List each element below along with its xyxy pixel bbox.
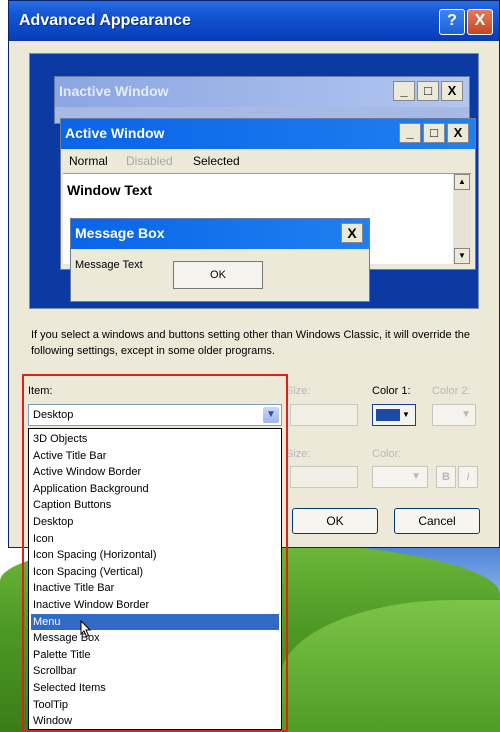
maximize-icon[interactable]: □	[423, 123, 445, 143]
color1-label: Color 1:	[372, 385, 411, 397]
dialog-titlebar[interactable]: Advanced Appearance ? X	[9, 1, 499, 41]
close-icon[interactable]: X	[441, 81, 463, 101]
maximize-icon[interactable]: □	[417, 81, 439, 101]
menu-normal[interactable]: Normal	[69, 154, 108, 168]
dropdown-option[interactable]: Application Background	[31, 481, 279, 497]
font-size-label: Size:	[286, 448, 311, 460]
italic-button[interactable]: I	[458, 466, 478, 488]
color2-label: Color 2:	[432, 385, 471, 397]
color2-picker[interactable]: ▼	[432, 404, 476, 426]
menu-disabled[interactable]: Disabled	[126, 154, 173, 168]
dropdown-option[interactable]: Palette Title	[31, 647, 279, 663]
dropdown-option[interactable]: Active Title Bar	[31, 448, 279, 464]
active-window-title: Active Window	[65, 125, 165, 141]
preview-scrollbar[interactable]: ▲ ▼	[453, 174, 471, 264]
dropdown-option[interactable]: Menu	[31, 613, 279, 630]
dropdown-option[interactable]: 3D Objects	[31, 431, 279, 447]
menu-selected[interactable]: Selected	[193, 154, 240, 168]
ok-button[interactable]: OK	[292, 508, 378, 534]
dropdown-option[interactable]: Icon Spacing (Vertical)	[31, 564, 279, 580]
inactive-window-title: Inactive Window	[59, 83, 169, 99]
close-button[interactable]: X	[467, 9, 493, 35]
scroll-up-icon[interactable]: ▲	[454, 174, 470, 190]
font-color-label: Color:	[372, 448, 402, 460]
message-box-title: Message Box	[75, 225, 165, 241]
dropdown-option[interactable]: Icon	[31, 531, 279, 547]
dropdown-option[interactable]: Inactive Window Border	[31, 597, 279, 613]
window-text-label: Window Text	[67, 182, 153, 198]
inactive-title-bar[interactable]: Inactive Window _ □ X	[55, 77, 469, 107]
chevron-down-icon: ▼	[402, 410, 410, 419]
minimize-icon[interactable]: _	[393, 81, 415, 101]
dropdown-option[interactable]: Window	[31, 713, 279, 729]
item-label: Item:	[28, 385, 53, 397]
color1-swatch	[376, 409, 400, 421]
dropdown-option[interactable]: Active Window Border	[31, 464, 279, 480]
dropdown-option[interactable]: Message Box	[31, 630, 279, 646]
bold-button[interactable]: B	[436, 466, 456, 488]
mouse-pointer-icon	[80, 620, 92, 638]
inactive-caption-buttons: _ □ X	[391, 81, 463, 101]
info-text: If you select a windows and buttons sett…	[31, 329, 470, 357]
dropdown-option[interactable]: Scrollbar	[31, 663, 279, 679]
dropdown-option[interactable]: Desktop	[31, 514, 279, 530]
dropdown-option[interactable]: Icon Spacing (Horizontal)	[31, 547, 279, 563]
message-box-title-bar[interactable]: Message Box X	[71, 219, 369, 249]
item-size-spinner[interactable]	[290, 404, 358, 426]
active-caption-buttons: _ □ X	[397, 123, 469, 143]
item-select-value: Desktop	[33, 409, 74, 421]
font-color-picker[interactable]: ▼	[372, 466, 428, 488]
appearance-preview[interactable]: Inactive Window _ □ X Active Window _ □ X No…	[29, 53, 479, 309]
dropdown-option[interactable]: Caption Buttons	[31, 497, 279, 513]
dropdown-option[interactable]: ToolTip	[31, 697, 279, 713]
preview-inactive-window[interactable]: Inactive Window _ □ X	[54, 76, 470, 124]
active-title-bar[interactable]: Active Window _ □ X	[61, 119, 475, 149]
color1-picker[interactable]: ▼	[372, 404, 416, 426]
preview-menubar: Normal Disabled Selected	[61, 151, 475, 171]
item-dropdown-list[interactable]: 3D Objects Active Title Bar Active Window …	[28, 428, 282, 730]
cancel-button[interactable]: Cancel	[394, 508, 480, 534]
message-text: Message Text	[75, 259, 143, 271]
font-size-select[interactable]	[290, 466, 358, 488]
message-box-ok-button[interactable]: OK	[173, 261, 263, 289]
size-label: Size:	[286, 385, 311, 397]
preview-message-box[interactable]: Message Box X Message Text OK	[70, 218, 370, 302]
chevron-down-icon[interactable]: ▼	[263, 407, 279, 423]
item-select[interactable]: Desktop ▼	[28, 404, 282, 426]
minimize-icon[interactable]: _	[399, 123, 421, 143]
dropdown-option[interactable]: Selected Items	[31, 680, 279, 696]
scroll-down-icon[interactable]: ▼	[454, 248, 470, 264]
help-button[interactable]: ?	[439, 9, 465, 35]
close-icon[interactable]: X	[341, 223, 363, 243]
dialog-title: Advanced Appearance	[19, 12, 191, 29]
dropdown-option[interactable]: Inactive Title Bar	[31, 580, 279, 596]
close-icon[interactable]: X	[447, 123, 469, 143]
